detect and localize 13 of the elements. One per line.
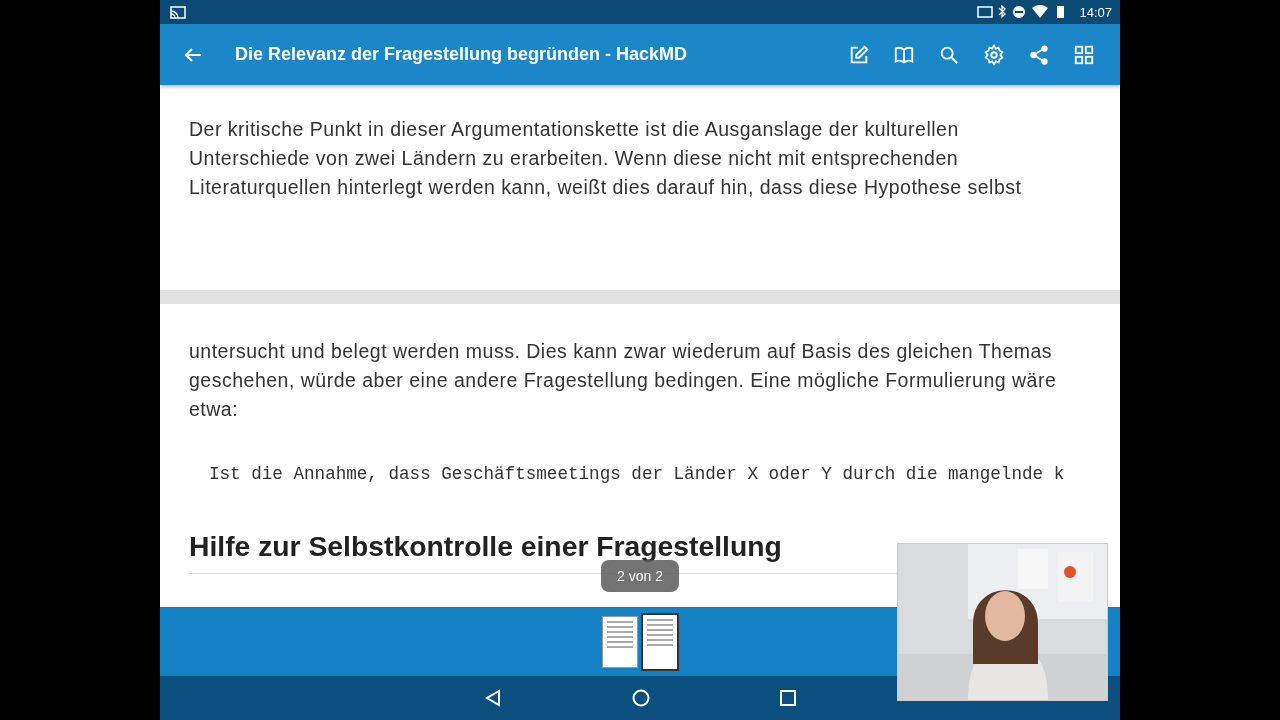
page-indicator: 2 von 2 xyxy=(601,560,679,592)
page-thumbnail[interactable] xyxy=(640,612,679,671)
page-thumbnail[interactable] xyxy=(601,615,638,668)
back-arrow-icon[interactable] xyxy=(184,46,202,63)
code-line: Ist die Annahme, dass Geschäftsmeetings der Länder X oder Y durch die mangelnde k xyxy=(209,464,1066,484)
recents-icon[interactable] xyxy=(780,690,796,706)
paragraph: Der kritische Punkt in dieser Argumentationskette ist die Ausganslage der kulturellen Unterschiede von zwei Ländern zu erarbeiten. Wenn diese nicht mit entsprechenden Literaturquellen hinterlegt werden kann, weißt dies darauf hin, dass diese Hypothese selbst xyxy=(189,117,1023,200)
clock: 14:07 xyxy=(1079,4,1112,20)
page-title: Die Relevanz der Fragestellung begründen - HackMD xyxy=(235,44,689,65)
back-icon[interactable] xyxy=(484,689,502,707)
home-icon[interactable] xyxy=(632,689,650,707)
cast-icon xyxy=(170,5,186,19)
paragraph: untersucht und belegt werden muss. Dies kann zwar wiederum auf Basis des gleichen Themas geschehen, würde aber eine andere Fragestellung bedingen. Eine mögliche Formulierung wäre etwa: xyxy=(189,339,1058,422)
